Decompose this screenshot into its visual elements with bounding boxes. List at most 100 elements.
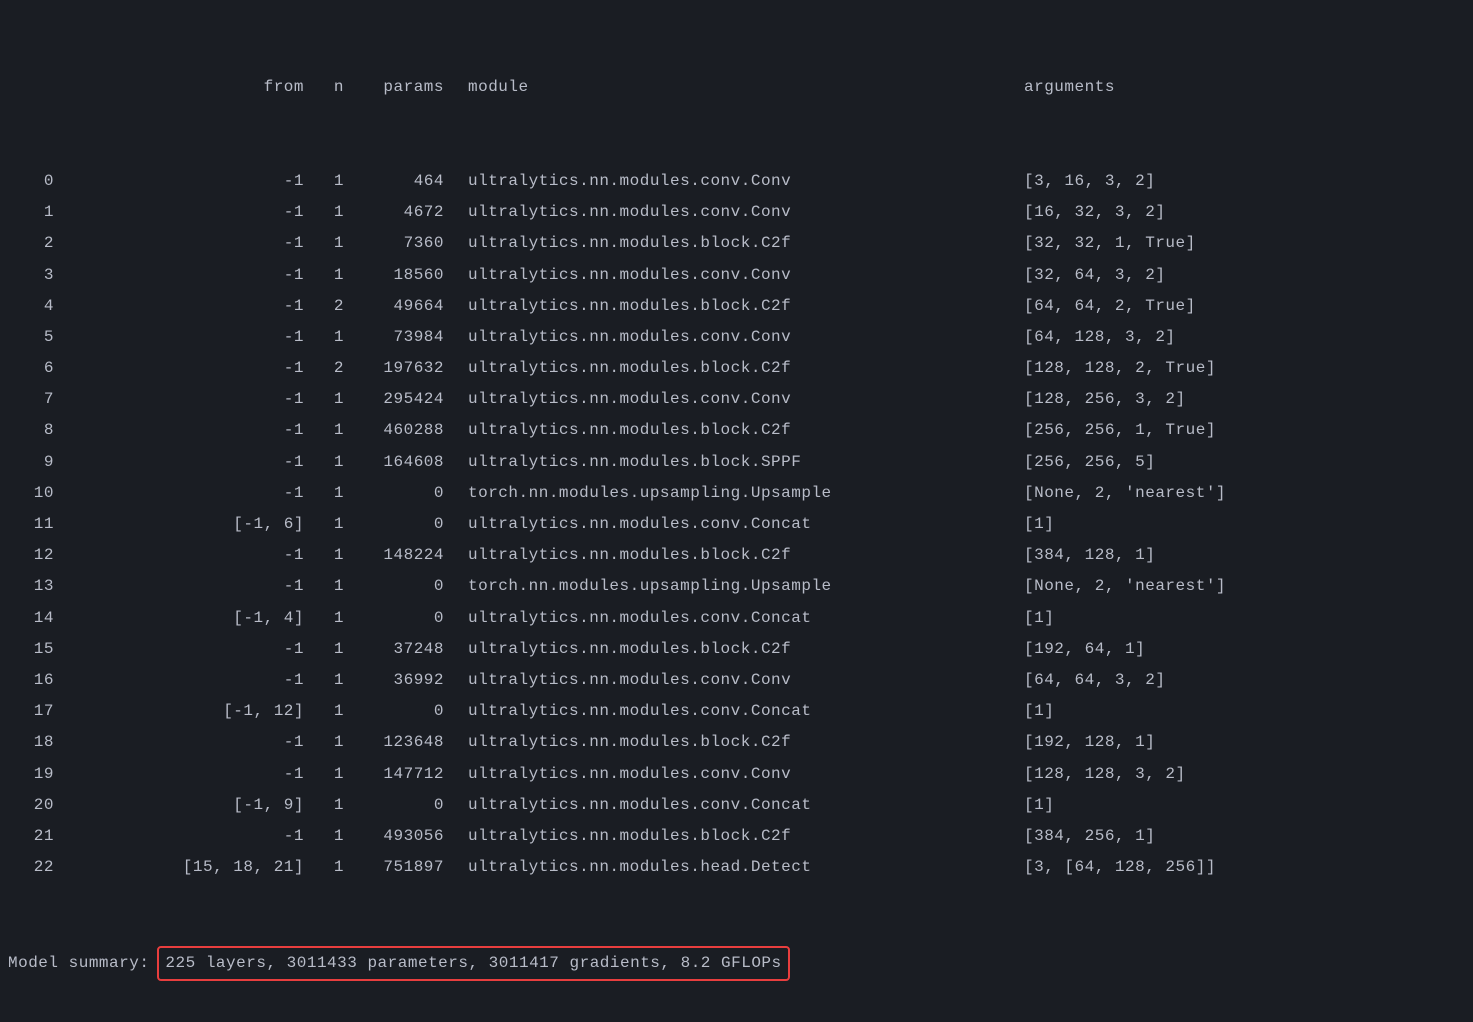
table-row: 13-110torch.nn.modules.upsampling.Upsamp…: [8, 571, 1465, 602]
cell-params: 164608: [344, 447, 444, 478]
cell-idx: 11: [8, 509, 54, 540]
table-row: 4-1249664ultralytics.nn.modules.block.C2…: [8, 291, 1465, 322]
cell-n: 1: [304, 790, 344, 821]
cell-n: 1: [304, 665, 344, 696]
cell-arguments: [1]: [1024, 790, 1054, 821]
cell-arguments: [1]: [1024, 603, 1054, 634]
cell-params: 0: [344, 790, 444, 821]
table-row: 6-12197632ultralytics.nn.modules.block.C…: [8, 353, 1465, 384]
cell-module: ultralytics.nn.modules.block.C2f: [444, 821, 1024, 852]
cell-idx: 4: [8, 291, 54, 322]
cell-params: 295424: [344, 384, 444, 415]
header-idx-spacer: [8, 72, 54, 103]
cell-module: ultralytics.nn.modules.block.C2f: [444, 353, 1024, 384]
cell-module: ultralytics.nn.modules.conv.Concat: [444, 790, 1024, 821]
table-row: 21-11493056ultralytics.nn.modules.block.…: [8, 821, 1465, 852]
table-row: 19-11147712ultralytics.nn.modules.conv.C…: [8, 759, 1465, 790]
cell-arguments: [32, 32, 1, True]: [1024, 228, 1196, 259]
table-row: 18-11123648ultralytics.nn.modules.block.…: [8, 727, 1465, 758]
cell-from: -1: [54, 260, 304, 291]
cell-from: -1: [54, 634, 304, 665]
cell-module: ultralytics.nn.modules.conv.Conv: [444, 260, 1024, 291]
cell-idx: 16: [8, 665, 54, 696]
cell-arguments: [384, 128, 1]: [1024, 540, 1155, 571]
summary-label: Model summary:: [8, 948, 157, 979]
cell-from: -1: [54, 727, 304, 758]
header-params: params: [344, 72, 444, 103]
cell-n: 1: [304, 603, 344, 634]
cell-arguments: [16, 32, 3, 2]: [1024, 197, 1165, 228]
cell-module: ultralytics.nn.modules.block.C2f: [444, 291, 1024, 322]
table-row: 14[-1, 4]10ultralytics.nn.modules.conv.C…: [8, 603, 1465, 634]
cell-n: 1: [304, 478, 344, 509]
table-row: 1-114672ultralytics.nn.modules.conv.Conv…: [8, 197, 1465, 228]
cell-module: torch.nn.modules.upsampling.Upsample: [444, 571, 1024, 602]
cell-params: 37248: [344, 634, 444, 665]
table-row: 15-1137248ultralytics.nn.modules.block.C…: [8, 634, 1465, 665]
table-row: 16-1136992ultralytics.nn.modules.conv.Co…: [8, 665, 1465, 696]
cell-arguments: [1]: [1024, 696, 1054, 727]
cell-from: -1: [54, 540, 304, 571]
table-row: 17[-1, 12]10ultralytics.nn.modules.conv.…: [8, 696, 1465, 727]
cell-from: -1: [54, 478, 304, 509]
model-summary-row: Model summary: 225 layers, 3011433 param…: [8, 946, 1465, 981]
cell-n: 2: [304, 291, 344, 322]
table-row: 3-1118560ultralytics.nn.modules.conv.Con…: [8, 260, 1465, 291]
cell-arguments: [64, 128, 3, 2]: [1024, 322, 1176, 353]
cell-params: 0: [344, 571, 444, 602]
cell-arguments: [32, 64, 3, 2]: [1024, 260, 1165, 291]
cell-from: [-1, 4]: [54, 603, 304, 634]
table-row: 10-110torch.nn.modules.upsampling.Upsamp…: [8, 478, 1465, 509]
cell-n: 1: [304, 260, 344, 291]
header-module: module: [444, 72, 1024, 103]
cell-params: 0: [344, 696, 444, 727]
cell-from: -1: [54, 759, 304, 790]
cell-from: -1: [54, 415, 304, 446]
cell-idx: 14: [8, 603, 54, 634]
cell-module: ultralytics.nn.modules.block.SPPF: [444, 447, 1024, 478]
cell-n: 1: [304, 415, 344, 446]
cell-idx: 3: [8, 260, 54, 291]
cell-params: 751897: [344, 852, 444, 883]
cell-idx: 8: [8, 415, 54, 446]
cell-from: -1: [54, 291, 304, 322]
cell-idx: 5: [8, 322, 54, 353]
table-row: 0-11464ultralytics.nn.modules.conv.Conv[…: [8, 166, 1465, 197]
cell-params: 464: [344, 166, 444, 197]
cell-params: 0: [344, 478, 444, 509]
cell-idx: 20: [8, 790, 54, 821]
cell-n: 1: [304, 852, 344, 883]
cell-from: -1: [54, 665, 304, 696]
cell-arguments: [64, 64, 2, True]: [1024, 291, 1196, 322]
cell-arguments: [None, 2, 'nearest']: [1024, 478, 1226, 509]
cell-idx: 10: [8, 478, 54, 509]
cell-params: 49664: [344, 291, 444, 322]
table-row: 8-11460288ultralytics.nn.modules.block.C…: [8, 415, 1465, 446]
cell-params: 147712: [344, 759, 444, 790]
table-header-row: from n params module arguments: [8, 72, 1465, 103]
summary-highlight: 225 layers, 3011433 parameters, 3011417 …: [157, 946, 789, 981]
cell-arguments: [256, 256, 5]: [1024, 447, 1155, 478]
cell-module: ultralytics.nn.modules.conv.Concat: [444, 696, 1024, 727]
table-row: 2-117360ultralytics.nn.modules.block.C2f…: [8, 228, 1465, 259]
cell-from: -1: [54, 384, 304, 415]
cell-arguments: [3, 16, 3, 2]: [1024, 166, 1155, 197]
cell-params: 73984: [344, 322, 444, 353]
cell-arguments: [3, [64, 128, 256]]: [1024, 852, 1216, 883]
cell-arguments: [384, 256, 1]: [1024, 821, 1155, 852]
cell-arguments: [128, 256, 3, 2]: [1024, 384, 1186, 415]
cell-n: 1: [304, 384, 344, 415]
cell-arguments: [256, 256, 1, True]: [1024, 415, 1216, 446]
cell-params: 148224: [344, 540, 444, 571]
cell-n: 1: [304, 322, 344, 353]
cell-module: ultralytics.nn.modules.conv.Conv: [444, 322, 1024, 353]
cell-from: -1: [54, 353, 304, 384]
cell-idx: 13: [8, 571, 54, 602]
cell-module: ultralytics.nn.modules.conv.Conv: [444, 197, 1024, 228]
cell-arguments: [64, 64, 3, 2]: [1024, 665, 1165, 696]
cell-idx: 17: [8, 696, 54, 727]
cell-params: 18560: [344, 260, 444, 291]
cell-n: 1: [304, 727, 344, 758]
table-row: 7-11295424ultralytics.nn.modules.conv.Co…: [8, 384, 1465, 415]
cell-module: ultralytics.nn.modules.block.C2f: [444, 228, 1024, 259]
